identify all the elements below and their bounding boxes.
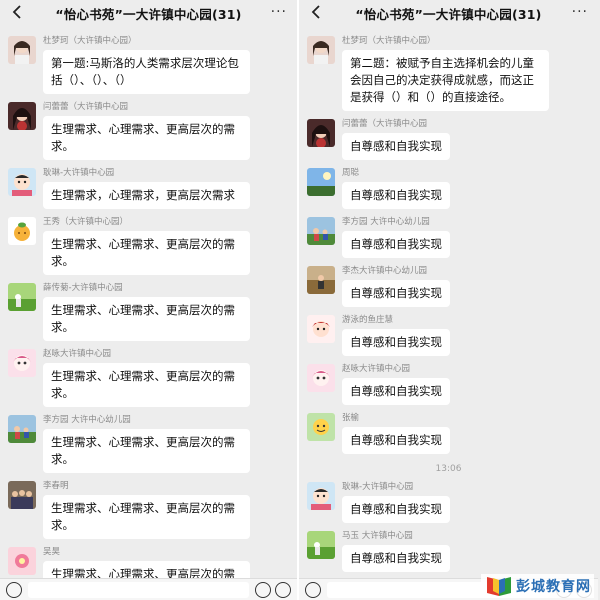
avatar[interactable] bbox=[307, 168, 335, 196]
message-bubble[interactable]: 生理需求、心理需求、更高层次的需求。 bbox=[43, 297, 250, 341]
avatar[interactable] bbox=[307, 217, 335, 245]
voice-icon[interactable] bbox=[6, 581, 22, 598]
message-item: 周聪 自尊感和自我实现 bbox=[299, 168, 598, 209]
message-bubble[interactable]: 生理需求、心理需求、更高层次的需求。 bbox=[43, 363, 250, 407]
sender-name: 赵咏大许镇中心园 bbox=[43, 349, 112, 359]
message-bubble[interactable]: 生理需求、心理需求、更高层次的需求。 bbox=[43, 116, 250, 160]
timestamp: 13:06 bbox=[435, 464, 462, 474]
avatar[interactable] bbox=[8, 481, 36, 509]
message-item: 张榆 自尊感和自我实现 bbox=[299, 413, 598, 454]
message-item: 李春明 生理需求、心理需求、更高层次的需求。 bbox=[0, 481, 297, 539]
message-bubble[interactable]: 自尊感和自我实现 bbox=[342, 545, 450, 572]
message-bubble[interactable]: 生理需求、心理需求、更高层次的需求。 bbox=[43, 495, 250, 539]
sender-name: 张榆 bbox=[342, 413, 360, 423]
book-logo-icon bbox=[484, 575, 514, 597]
sender-name: 李方园 大许中心幼儿园 bbox=[342, 217, 430, 227]
avatar[interactable] bbox=[8, 36, 36, 64]
avatar[interactable] bbox=[8, 283, 36, 311]
sender-name: 周聪 bbox=[342, 168, 360, 178]
message-item: 李杰大许镇中心幼儿园 自尊感和自我实现 bbox=[299, 266, 598, 307]
avatar[interactable] bbox=[307, 266, 335, 294]
sender-name: 耿琳-大许镇中心园 bbox=[43, 168, 115, 178]
chat-screen-right: “怡心书苑”一大许镇中心园(31) ··· 杜梦珂（大许镇中心园） 第二题：被赋… bbox=[299, 0, 598, 600]
chat-screen-left: “怡心书苑”一大许镇中心园(31) ··· 杜梦珂（大许镇中心园） 第一题:马斯… bbox=[0, 0, 299, 600]
chat-title: “怡心书苑”一大许镇中心园(31) bbox=[355, 6, 542, 22]
message-item: 游泳的鱼庄慧 自尊感和自我实现 bbox=[299, 315, 598, 356]
add-icon[interactable] bbox=[275, 581, 291, 598]
emoji-icon[interactable] bbox=[255, 581, 271, 598]
message-bubble[interactable]: 自尊感和自我实现 bbox=[342, 133, 450, 160]
message-item: 赵咏大许镇中心园 生理需求、心理需求、更高层次的需求。 bbox=[0, 349, 297, 407]
message-bubble[interactable]: 自尊感和自我实现 bbox=[342, 427, 450, 454]
watermark: 彭城教育网 bbox=[481, 574, 594, 598]
sender-name: 杜梦珂（大许镇中心园） bbox=[342, 36, 436, 46]
avatar[interactable] bbox=[8, 102, 36, 130]
message-item: 杜梦珂（大许镇中心园） 第一题:马斯洛的人类需求层次理论包括（）、（）、（） bbox=[0, 36, 297, 94]
avatar[interactable] bbox=[307, 364, 335, 392]
sender-name: 李方园 大许中心幼儿园 bbox=[43, 415, 131, 425]
message-item: 闫蕾蕾（大许镇中心园 生理需求、心理需求、更高层次的需求。 bbox=[0, 102, 297, 160]
message-item: 杜梦珂（大许镇中心园） 第二题：被赋予自主选择机会的儿童会因自己的决定获得成就感… bbox=[299, 36, 598, 111]
sender-name: 赵咏大许镇中心园 bbox=[342, 364, 411, 374]
message-bubble[interactable]: 生理需求，心理需求，更高层次需求 bbox=[43, 182, 250, 209]
message-bubble[interactable]: 第二题：被赋予自主选择机会的儿童会因自己的决定获得成就感，而这正是获得（）和（）… bbox=[342, 50, 549, 111]
avatar[interactable] bbox=[8, 168, 36, 196]
message-item: 闫蕾蕾（大许镇中心园 自尊感和自我实现 bbox=[299, 119, 598, 160]
back-arrow-icon[interactable] bbox=[307, 2, 325, 22]
message-bubble[interactable]: 自尊感和自我实现 bbox=[342, 329, 450, 356]
message-item: 耿琳-大许镇中心园 生理需求，心理需求，更高层次需求 bbox=[0, 168, 297, 209]
sender-name: 吴昊 bbox=[43, 547, 61, 557]
chat-header: “怡心书苑”一大许镇中心园(31) ··· bbox=[0, 0, 297, 26]
message-item: 李方园 大许中心幼儿园 自尊感和自我实现 bbox=[299, 217, 598, 258]
sender-name: 游泳的鱼庄慧 bbox=[342, 315, 394, 325]
sender-name: 马玉 大许镇中心园 bbox=[342, 531, 413, 541]
message-bubble[interactable]: 自尊感和自我实现 bbox=[342, 182, 450, 209]
message-item: 马玉 大许镇中心园 自尊感和自我实现 bbox=[299, 531, 598, 572]
message-list[interactable]: 杜梦珂（大许镇中心园） 第二题：被赋予自主选择机会的儿童会因自己的决定获得成就感… bbox=[299, 28, 598, 578]
more-icon[interactable]: ··· bbox=[271, 4, 287, 20]
avatar[interactable] bbox=[307, 413, 335, 441]
input-bar bbox=[0, 578, 297, 600]
sender-name: 李杰大许镇中心幼儿园 bbox=[342, 266, 428, 276]
message-bubble[interactable]: 自尊感和自我实现 bbox=[342, 496, 450, 523]
avatar[interactable] bbox=[8, 217, 36, 245]
avatar[interactable] bbox=[8, 349, 36, 377]
message-bubble[interactable]: 第一题:马斯洛的人类需求层次理论包括（）、（）、（） bbox=[43, 50, 250, 94]
watermark-text: 彭城教育网 bbox=[516, 579, 591, 595]
message-bubble[interactable]: 生理需求、心理需求、更高层次的需求。 bbox=[43, 231, 250, 275]
message-item: 吴昊 生理需求、心理需求、更高层次的需 bbox=[0, 547, 297, 578]
screens: “怡心书苑”一大许镇中心园(31) ··· 杜梦珂（大许镇中心园） 第一题:马斯… bbox=[0, 0, 600, 600]
message-item: 赵咏大许镇中心园 自尊感和自我实现 bbox=[299, 364, 598, 405]
sender-name: 闫蕾蕾（大许镇中心园 bbox=[342, 119, 428, 129]
message-item: 李方园 大许中心幼儿园 生理需求、心理需求、更高层次的需求。 bbox=[0, 415, 297, 473]
sender-name: 闫蕾蕾（大许镇中心园 bbox=[43, 102, 129, 112]
message-bubble[interactable]: 生理需求、心理需求、更高层次的需求。 bbox=[43, 429, 250, 473]
back-arrow-icon[interactable] bbox=[8, 2, 26, 22]
avatar[interactable] bbox=[307, 482, 335, 510]
avatar[interactable] bbox=[307, 315, 335, 343]
chat-title: “怡心书苑”一大许镇中心园(31) bbox=[55, 6, 242, 22]
sender-name: 李春明 bbox=[43, 481, 69, 491]
avatar[interactable] bbox=[8, 547, 36, 575]
avatar[interactable] bbox=[307, 119, 335, 147]
sender-name: 耿琳-大许镇中心园 bbox=[342, 482, 414, 492]
more-icon[interactable]: ··· bbox=[572, 4, 588, 20]
sender-name: 杜梦珂（大许镇中心园） bbox=[43, 36, 137, 46]
message-bubble[interactable]: 自尊感和自我实现 bbox=[342, 378, 450, 405]
voice-icon[interactable] bbox=[305, 581, 321, 598]
sender-name: 王秀（大许镇中心园） bbox=[43, 217, 129, 227]
sender-name: 薛传菊-大许镇中心园 bbox=[43, 283, 123, 293]
message-list[interactable]: 杜梦珂（大许镇中心园） 第一题:马斯洛的人类需求层次理论包括（）、（）、（） 闫… bbox=[0, 28, 297, 578]
avatar[interactable] bbox=[307, 531, 335, 559]
chat-header: “怡心书苑”一大许镇中心园(31) ··· bbox=[299, 0, 598, 26]
message-input[interactable] bbox=[28, 581, 249, 598]
message-bubble[interactable]: 生理需求、心理需求、更高层次的需 bbox=[43, 561, 250, 578]
message-item: 王秀（大许镇中心园） 生理需求、心理需求、更高层次的需求。 bbox=[0, 217, 297, 275]
avatar[interactable] bbox=[8, 415, 36, 443]
avatar[interactable] bbox=[307, 36, 335, 64]
message-item: 薛传菊-大许镇中心园 生理需求、心理需求、更高层次的需求。 bbox=[0, 283, 297, 341]
message-bubble[interactable]: 自尊感和自我实现 bbox=[342, 280, 450, 307]
message-item: 耿琳-大许镇中心园 自尊感和自我实现 bbox=[299, 482, 598, 523]
message-bubble[interactable]: 自尊感和自我实现 bbox=[342, 231, 450, 258]
